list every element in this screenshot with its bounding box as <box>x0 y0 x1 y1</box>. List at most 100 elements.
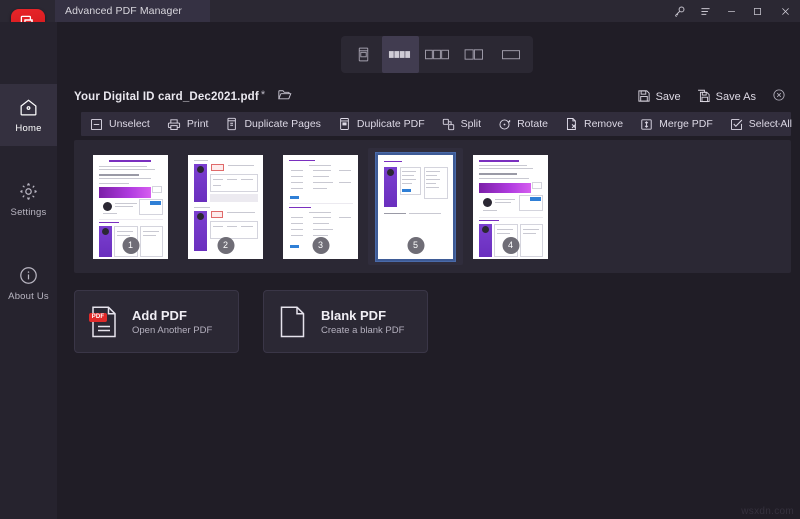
remove-label: Remove <box>584 118 624 130</box>
sidebar-item-home[interactable]: Home <box>0 84 57 146</box>
view-mode-two-up[interactable] <box>455 36 492 73</box>
menu-icon[interactable] <box>692 0 718 22</box>
duplicate-pages-button[interactable]: Duplicate Pages <box>225 112 329 136</box>
close-circle-icon <box>772 88 786 107</box>
duplicate-pages-label: Duplicate Pages <box>244 118 321 130</box>
sidebar-item-settings[interactable]: Settings <box>0 168 57 230</box>
blank-pdf-subtitle: Create a blank PDF <box>321 324 405 336</box>
gear-icon <box>18 181 39 202</box>
close-icon[interactable] <box>770 0 800 22</box>
thumbnail-panel: 1 2 3 5 4 <box>74 140 791 273</box>
thumbnail-list: 1 2 3 5 4 <box>83 148 558 265</box>
duplicate-pdf-button[interactable]: Duplicate PDF <box>338 112 434 136</box>
duplicate-pages-icon <box>225 117 238 131</box>
blank-pdf-card[interactable]: Blank PDF Create a blank PDF <box>263 290 428 353</box>
three-panel-icon <box>424 46 450 63</box>
page-preview: 1 <box>93 154 168 259</box>
page-number-badge: 5 <box>407 236 424 254</box>
thumbnail-item[interactable]: 3 <box>273 148 368 265</box>
key-icon[interactable] <box>666 0 692 22</box>
duplicate-pdf-label: Duplicate PDF <box>356 118 425 130</box>
add-pdf-card[interactable]: PDF Add PDF Open Another PDF <box>74 290 239 353</box>
document-modified-marker: * <box>260 89 266 101</box>
save-button[interactable]: Save <box>629 86 689 109</box>
pdf-badge-label: PDF <box>91 314 105 320</box>
thumbnail-item[interactable]: 2 <box>178 148 273 265</box>
split-icon <box>442 118 455 131</box>
merge-pdf-button[interactable]: Merge PDF <box>640 112 722 136</box>
window-title-tab[interactable]: Advanced PDF Manager <box>55 0 210 22</box>
sidebar-item-label-settings: Settings <box>10 206 47 218</box>
rotate-icon <box>498 118 511 131</box>
thumbnail-item-selected[interactable]: 5 <box>368 148 463 265</box>
select-all-button[interactable]: Select All <box>730 112 800 136</box>
home-icon <box>18 97 39 118</box>
thumbnail-item[interactable]: 4 <box>463 148 558 265</box>
print-button[interactable]: Print <box>167 112 218 136</box>
printer-icon <box>167 118 181 131</box>
split-label: Split <box>460 118 482 130</box>
select-all-checkbox-icon <box>730 118 743 131</box>
application-window: Advanced PDF Manager Home Settings About… <box>0 0 800 519</box>
add-pdf-subtitle: Open Another PDF <box>132 324 213 336</box>
page-preview: 3 <box>283 154 358 259</box>
folder-open-icon <box>277 87 293 108</box>
pdf-file-add-icon: PDF <box>89 305 119 339</box>
view-mode-three-up[interactable] <box>419 36 456 73</box>
overflow-ellipsis-icon[interactable] <box>771 112 787 136</box>
view-mode-single-scroll[interactable] <box>345 36 382 73</box>
document-header: Your Digital ID card_Dec2021.pdf * Save … <box>74 84 791 110</box>
remove-button[interactable]: Remove <box>565 112 632 136</box>
single-page-scroll-icon <box>355 46 372 63</box>
minimize-icon[interactable] <box>718 0 744 22</box>
sidebar-item-label-home: Home <box>15 122 42 134</box>
merge-pdf-label: Merge PDF <box>659 118 713 130</box>
blank-pdf-title: Blank PDF <box>321 307 387 323</box>
view-mode-bar <box>341 36 533 73</box>
view-mode-grid-four[interactable] <box>381 36 419 73</box>
sidebar-item-about-us[interactable]: About Us <box>0 252 57 314</box>
print-label: Print <box>186 118 209 130</box>
page-number-badge: 3 <box>312 236 329 254</box>
document-header-actions: Save Save As <box>629 85 791 109</box>
add-pdf-text: Add PDF Open Another PDF <box>132 308 212 336</box>
open-folder-button[interactable] <box>275 87 295 107</box>
thumbnail-item[interactable]: 1 <box>83 148 178 265</box>
sidebar-item-label-about-us: About Us <box>8 290 49 302</box>
window-title: Advanced PDF Manager <box>65 5 182 17</box>
remove-icon <box>565 117 578 131</box>
watermark: wsxdn.com <box>741 506 794 517</box>
two-panel-icon <box>463 46 485 63</box>
one-panel-icon <box>500 46 522 63</box>
page-preview: 5 <box>375 151 456 262</box>
save-label: Save <box>655 91 681 103</box>
page-preview: 4 <box>473 154 548 259</box>
rotate-button[interactable]: Rotate <box>498 112 557 136</box>
save-as-button[interactable]: Save As <box>689 86 764 109</box>
blank-page-icon <box>278 305 308 339</box>
add-pdf-title: Add PDF <box>132 307 187 323</box>
unselect-label: Unselect <box>109 118 150 130</box>
info-icon <box>18 265 39 286</box>
close-document-button[interactable] <box>767 85 791 109</box>
rotate-label: Rotate <box>517 118 548 130</box>
floppy-disk-icon <box>637 89 651 106</box>
maximize-icon[interactable] <box>744 0 770 22</box>
document-filename: Your Digital ID card_Dec2021.pdf <box>74 91 259 103</box>
four-column-grid-icon <box>388 46 412 63</box>
unselect-button[interactable]: Unselect <box>90 112 159 136</box>
page-number-badge: 1 <box>122 236 139 254</box>
sidebar: Home Settings About Us <box>0 22 57 519</box>
split-button[interactable]: Split <box>442 112 490 136</box>
unselect-icon <box>90 118 103 131</box>
duplicate-pdf-icon <box>338 117 351 131</box>
page-number-badge: 2 <box>217 236 234 254</box>
page-number-badge: 4 <box>502 236 519 254</box>
view-mode-one-up[interactable] <box>492 36 529 73</box>
save-as-label: Save As <box>715 91 756 103</box>
blank-pdf-text: Blank PDF Create a blank PDF <box>321 308 404 336</box>
page-preview: 2 <box>188 154 263 259</box>
floppy-disk-copy-icon <box>697 89 711 106</box>
action-cards: PDF Add PDF Open Another PDF Blank PDF C… <box>74 290 428 353</box>
merge-pdf-icon <box>640 118 653 131</box>
